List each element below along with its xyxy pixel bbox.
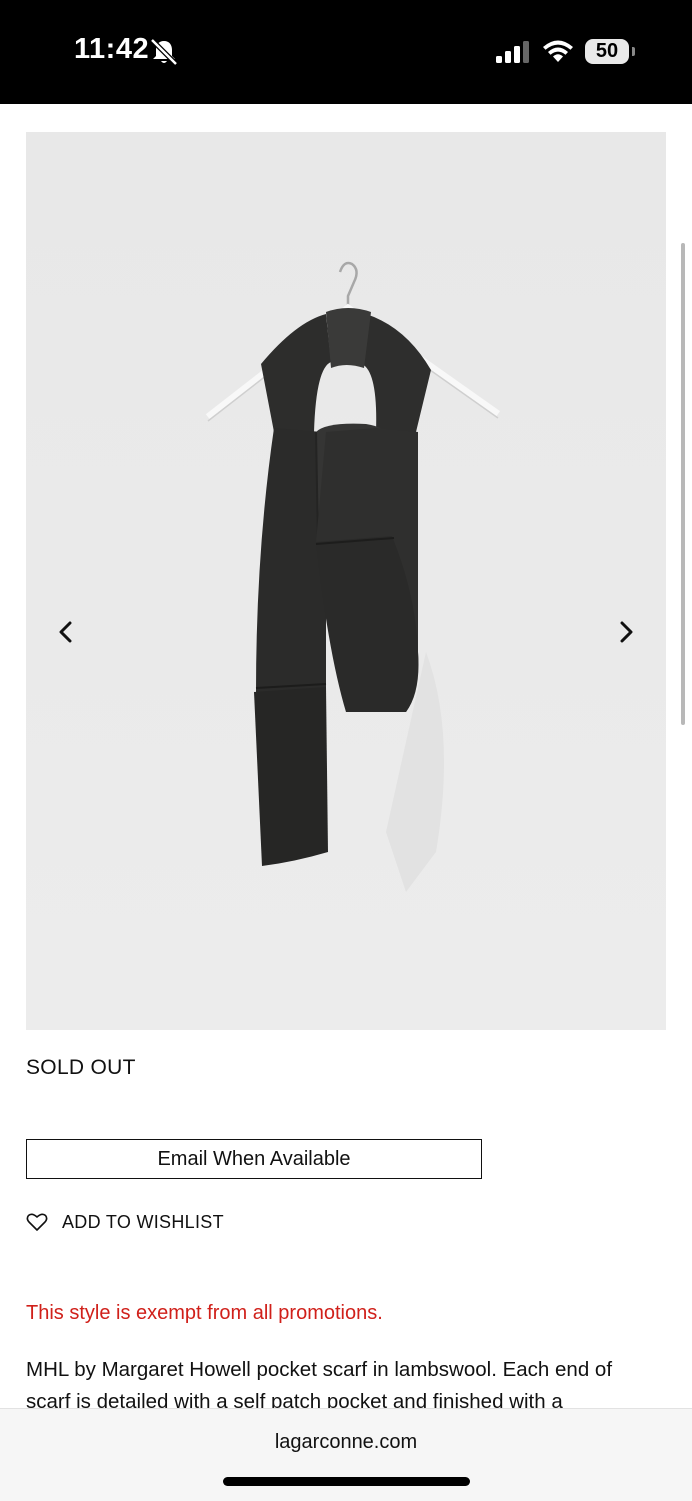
url-label[interactable]: lagarconne.com (0, 1431, 692, 1454)
browser-bottom-bar: lagarconne.com (0, 1408, 692, 1501)
product-image[interactable] (26, 132, 666, 1030)
status-bar: 11:42 50 (0, 0, 692, 104)
heart-icon (26, 1213, 48, 1231)
promo-exemption-notice: This style is exempt from all promotions… (26, 1302, 383, 1324)
chevron-left-icon[interactable] (48, 614, 84, 650)
status-time: 11:42 (74, 33, 150, 65)
availability-status: SOLD OUT (26, 1056, 136, 1079)
bell-slash-icon (150, 38, 178, 66)
battery-nub (632, 47, 635, 56)
home-indicator[interactable] (223, 1477, 470, 1486)
email-when-available-button[interactable]: Email When Available (26, 1139, 482, 1179)
page-scrollbar[interactable] (681, 243, 685, 725)
add-to-wishlist-link[interactable]: ADD TO WISHLIST (26, 1208, 224, 1236)
battery-icon: 50 (585, 39, 629, 64)
cellular-signal-icon (496, 41, 529, 63)
wifi-icon (543, 40, 573, 62)
chevron-right-icon[interactable] (608, 614, 644, 650)
wishlist-label: ADD TO WISHLIST (62, 1211, 224, 1232)
scarf-on-hanger-photo (26, 132, 666, 1030)
